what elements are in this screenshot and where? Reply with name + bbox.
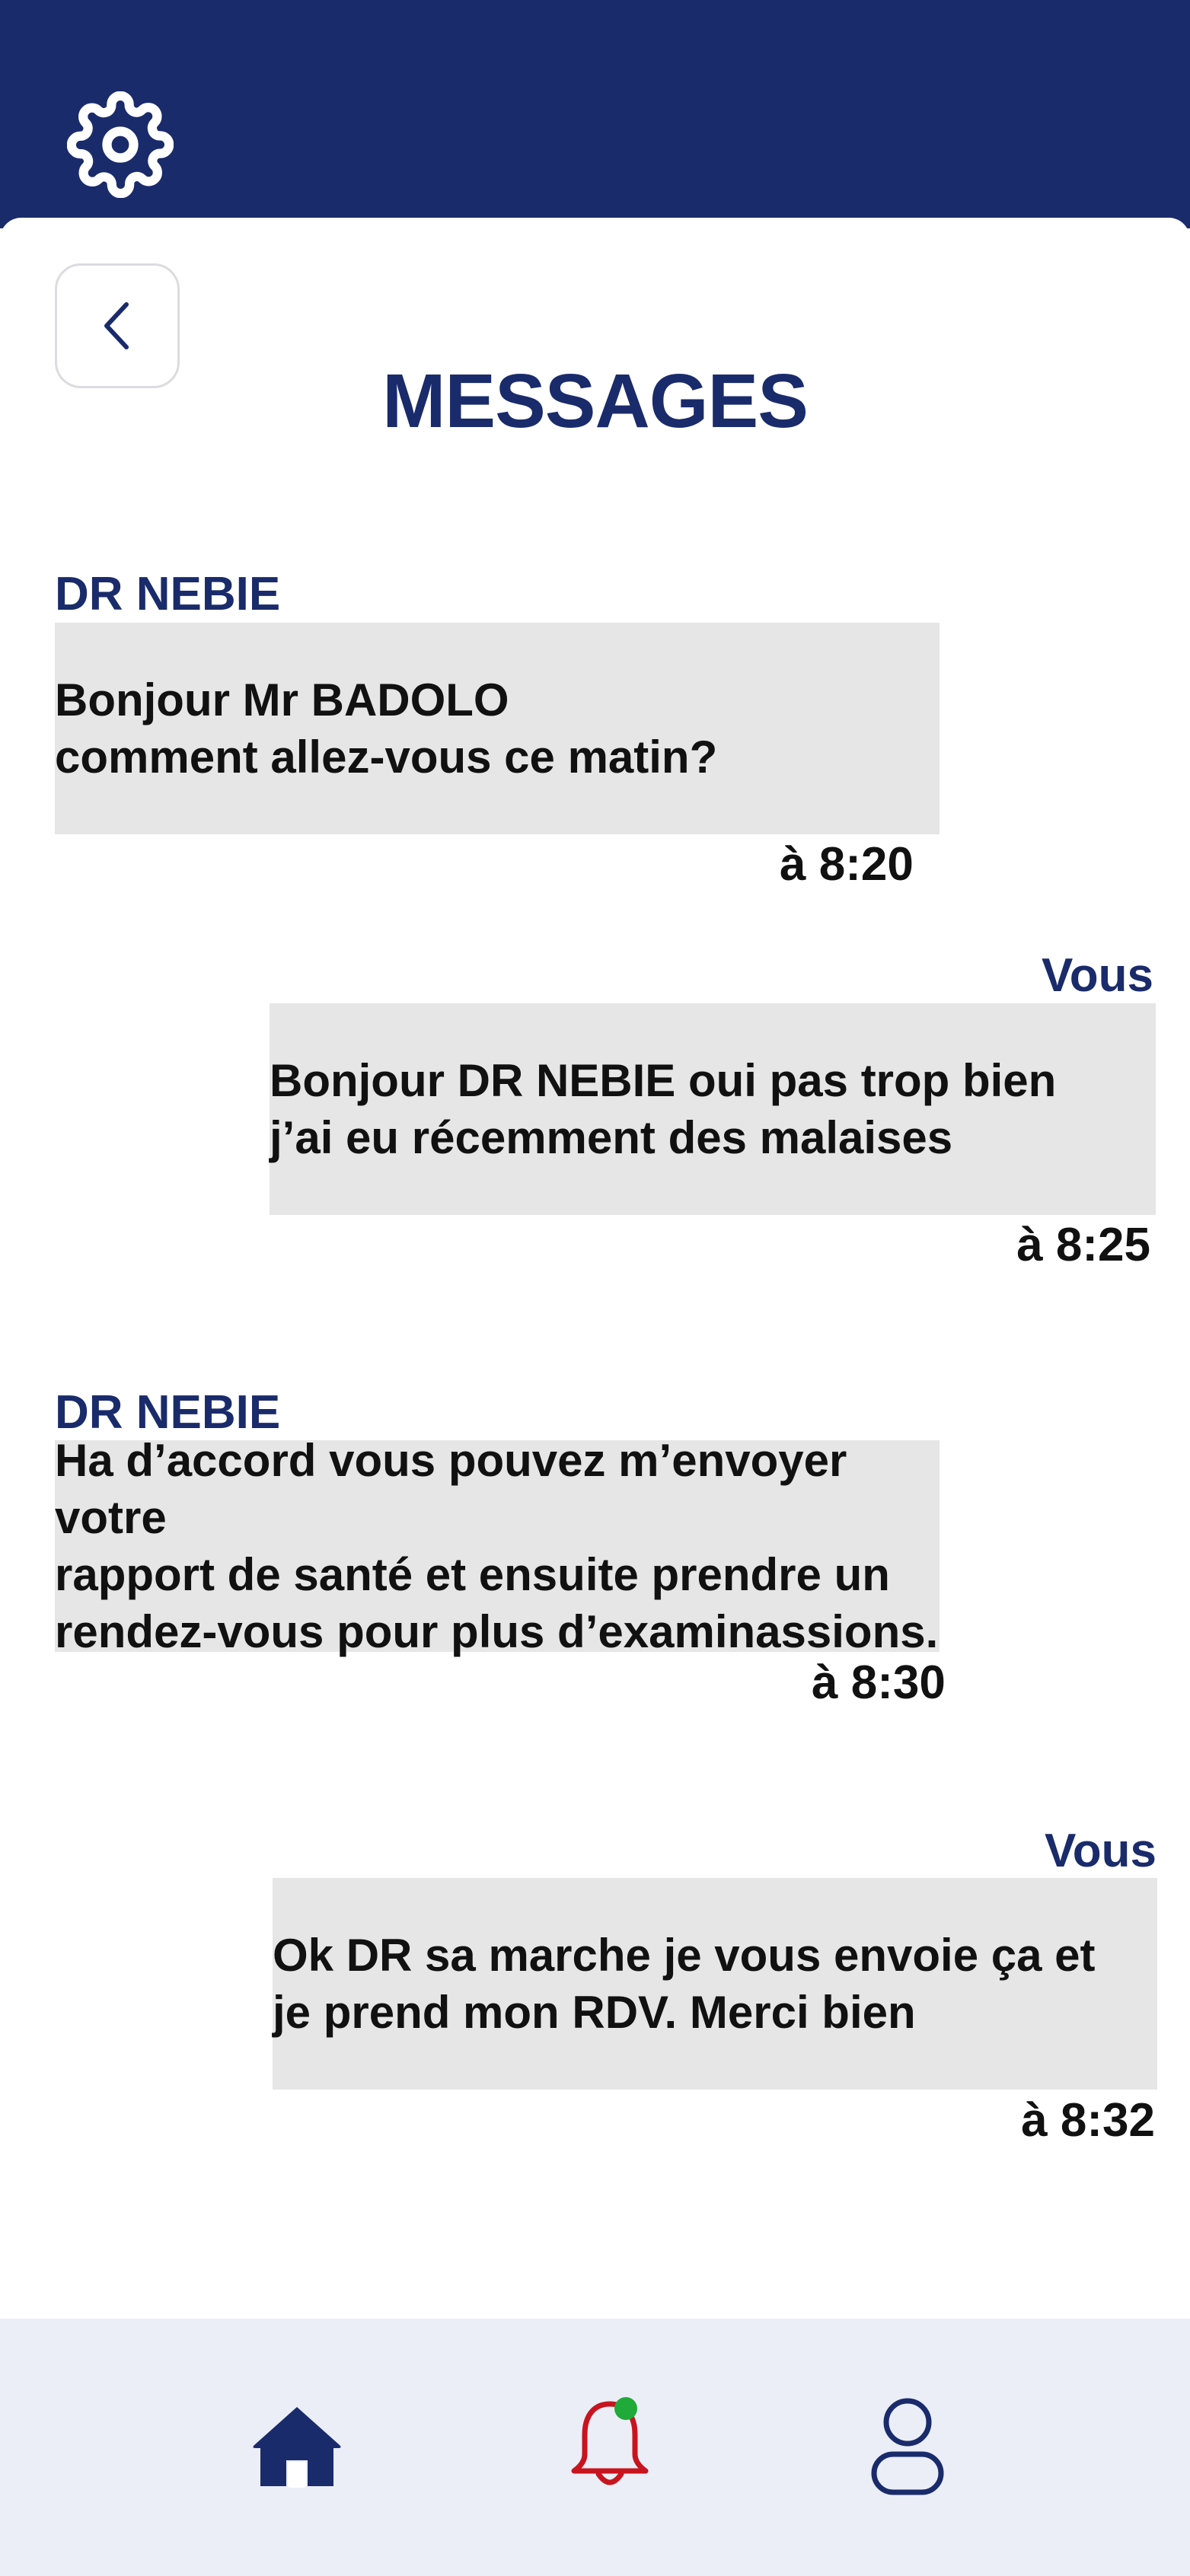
message-text: Ok DR sa marche je vous envoie ça et je …: [273, 1930, 1096, 2038]
page-title: MESSAGES: [382, 359, 809, 444]
gear-icon[interactable]: [67, 91, 174, 198]
notification-dot: [614, 2397, 637, 2420]
top-bar: [0, 0, 1190, 228]
message-bubble[interactable]: Ha d’accord vous pouvez m’envoyer votre …: [55, 1435, 940, 1657]
chevron-left-icon: [104, 302, 129, 349]
message-bubble[interactable]: Bonjour DR NEBIE oui pas trop bien j’ai …: [270, 1003, 1156, 1215]
message-text: Ha d’accord vous pouvez m’envoyer votre …: [55, 1435, 939, 1657]
message-sender: Vous: [1045, 1825, 1157, 1877]
message-bubble[interactable]: Ok DR sa marche je vous envoie ça et je …: [273, 1878, 1157, 2090]
message-text: Bonjour Mr BADOLO comment allez-vous ce …: [55, 674, 718, 783]
message-time: à 8:20: [780, 838, 914, 891]
message-time: à 8:25: [1016, 1219, 1150, 1271]
message-sender: DR NEBIE: [55, 568, 281, 620]
home-icon[interactable]: [248, 2401, 346, 2492]
message-text: Bonjour DR NEBIE oui pas trop bien j’ai …: [270, 1055, 1057, 1163]
bottom-nav: [0, 2319, 1190, 2576]
message-bubble[interactable]: Bonjour Mr BADOLO comment allez-vous ce …: [55, 623, 940, 834]
message-time: à 8:30: [812, 1656, 946, 1709]
bell-icon[interactable]: [568, 2395, 652, 2494]
user-icon[interactable]: [869, 2395, 946, 2497]
message-time: à 8:32: [1021, 2094, 1155, 2147]
messages-screen: MESSAGES DR NEBIE Bonjour Mr BADOLO comm…: [0, 0, 1190, 2576]
message-sender: Vous: [1042, 949, 1153, 1002]
